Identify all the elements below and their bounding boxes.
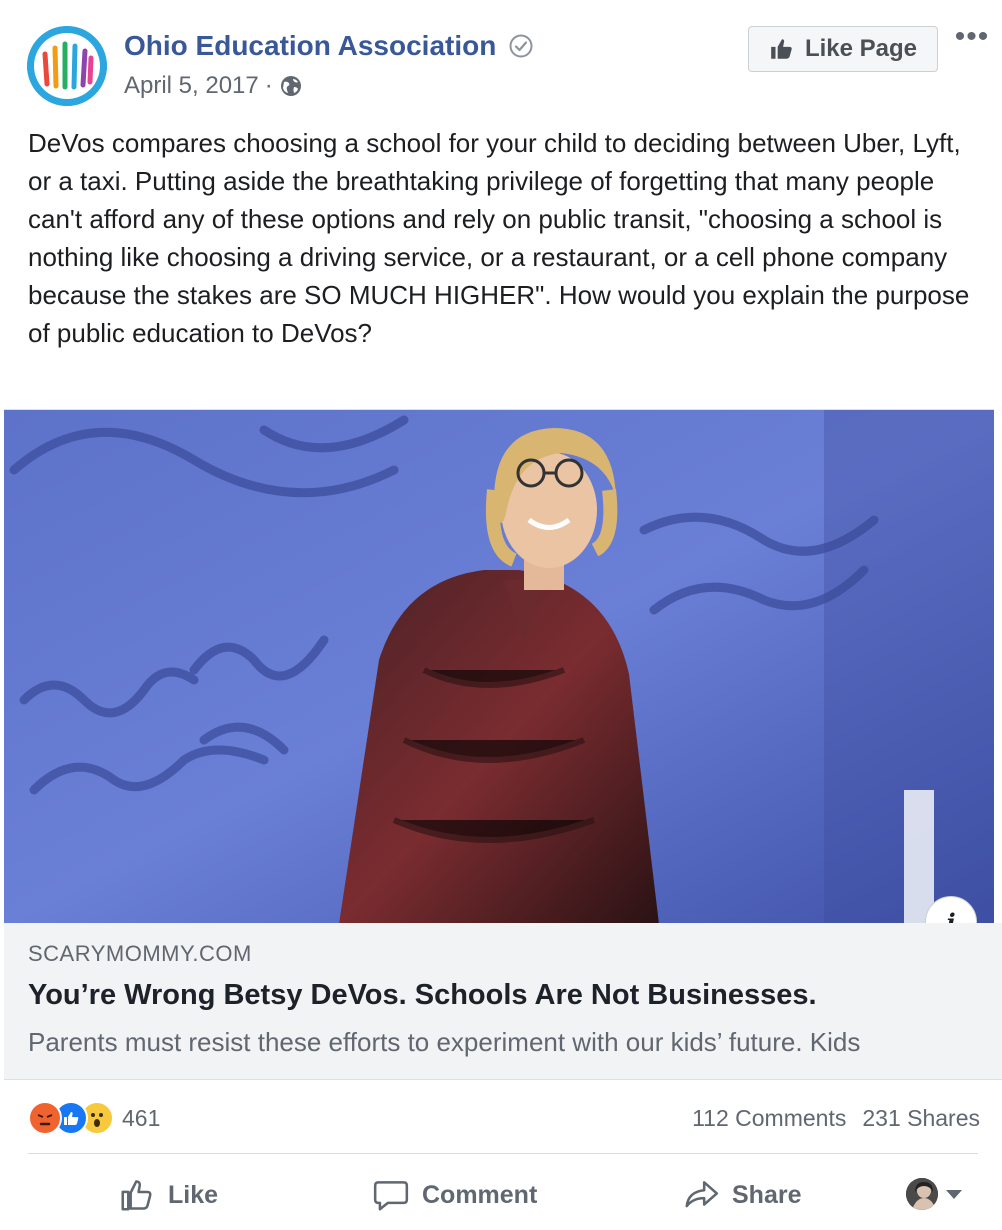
share-arrow-icon: [685, 1181, 719, 1208]
thumbs-up-icon: [771, 39, 792, 59]
page-avatar[interactable]: [27, 26, 107, 106]
like-page-button[interactable]: Like Page: [748, 26, 938, 72]
facebook-post-card: Ohio Education Association April 5, 2017…: [0, 0, 1002, 1230]
link-description: Parents must resist these efforts to exp…: [28, 1027, 861, 1057]
like-page-label: Like Page: [804, 35, 918, 62]
comment-label: Comment: [422, 1180, 538, 1209]
share-button[interactable]: Share: [682, 1165, 801, 1225]
link-preview-image[interactable]: [4, 409, 994, 924]
thumbs-up-icon: [121, 1180, 152, 1211]
like-label: Like: [168, 1180, 219, 1209]
like-button[interactable]: Like: [118, 1165, 218, 1225]
post-text: DeVos compares choosing a school for you…: [28, 128, 970, 348]
post-actions-bar: Like Comment Share: [0, 1165, 1002, 1225]
link-domain: SCARYMOMMY.COM: [28, 941, 252, 966]
divider: [28, 1153, 978, 1154]
verified-badge-icon: [509, 34, 533, 58]
more-options-icon[interactable]: •••: [952, 22, 992, 52]
chevron-down-icon: [946, 1189, 962, 1199]
reaction-count[interactable]: 461: [122, 1105, 160, 1132]
link-preview-meta[interactable]: SCARYMOMMY.COM You’re Wrong Betsy DeVos.…: [4, 923, 1002, 1080]
reactions-summary[interactable]: 461: [28, 1100, 160, 1136]
comments-count-link[interactable]: 112 Comments: [692, 1105, 846, 1132]
page-name-link[interactable]: Ohio Education Association: [124, 30, 496, 62]
link-title[interactable]: You’re Wrong Betsy DeVos. Schools Are No…: [28, 979, 817, 1012]
post-meta: April 5, 2017 ·: [124, 72, 303, 100]
comment-bubble-icon: [373, 1181, 409, 1211]
post-date-link[interactable]: April 5, 2017: [124, 72, 259, 100]
share-label: Share: [732, 1180, 802, 1209]
viewer-avatar: [906, 1178, 938, 1210]
post-stats: 112 Comments 231 Shares: [692, 1105, 980, 1132]
viewer-selector[interactable]: [906, 1178, 962, 1210]
globe-icon[interactable]: [279, 74, 303, 98]
comment-button[interactable]: Comment: [372, 1165, 537, 1225]
meta-separator: ·: [264, 72, 273, 99]
shares-count-link[interactable]: 231 Shares: [862, 1105, 980, 1132]
angry-reaction-icon: [28, 1101, 62, 1135]
